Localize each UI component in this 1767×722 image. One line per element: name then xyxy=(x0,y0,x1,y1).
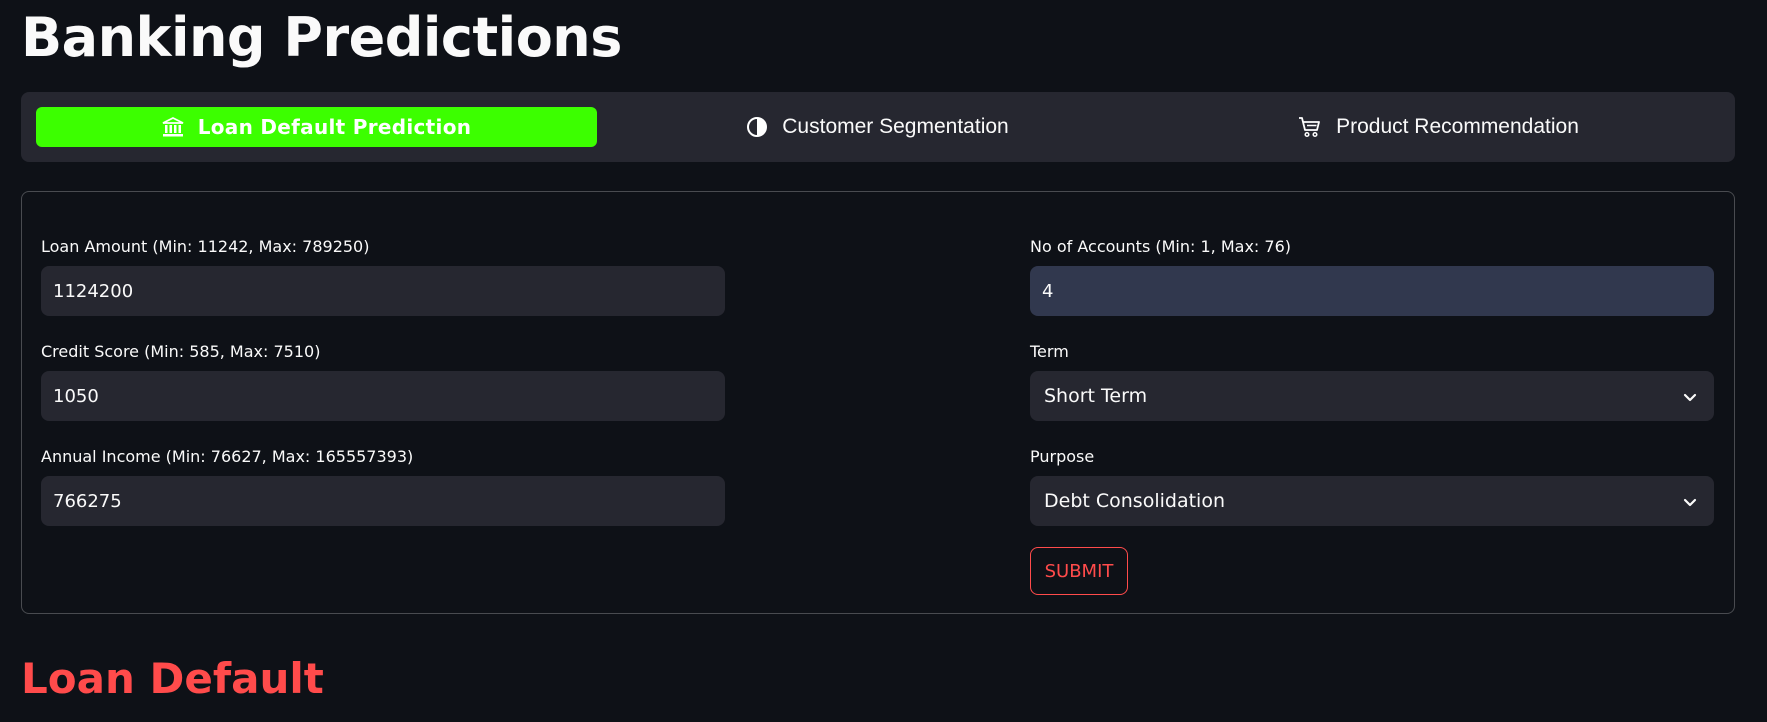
no-of-accounts-label: No of Accounts (Min: 1, Max: 76) xyxy=(1030,237,1291,256)
prediction-form: Loan Amount (Min: 11242, Max: 789250) 11… xyxy=(21,191,1735,614)
annual-income-label: Annual Income (Min: 76627, Max: 16555739… xyxy=(41,447,414,466)
purpose-label: Purpose xyxy=(1030,447,1095,466)
bank-icon xyxy=(162,116,184,138)
loan-default-heading: Loan Default xyxy=(21,654,324,703)
page-title: Banking Predictions xyxy=(21,6,622,69)
half-circle-icon xyxy=(746,116,768,138)
chevron-down-icon xyxy=(1682,493,1698,515)
tab-label: Customer Segmentation xyxy=(782,115,1009,138)
credit-score-label: Credit Score (Min: 585, Max: 7510) xyxy=(41,342,321,361)
nav-menu: Loan Default Prediction Customer Segment… xyxy=(21,92,1735,162)
annual-income-input[interactable]: 766275 xyxy=(41,476,725,526)
tab-customer-segmentation[interactable]: Customer Segmentation xyxy=(597,107,1158,147)
loan-amount-input[interactable]: 1124200 xyxy=(41,266,725,316)
loan-amount-label: Loan Amount (Min: 11242, Max: 789250) xyxy=(41,237,370,256)
tab-label: Product Recommendation xyxy=(1336,115,1579,138)
term-select[interactable]: Short Term xyxy=(1030,371,1714,421)
term-label: Term xyxy=(1030,342,1069,361)
credit-score-input[interactable]: 1050 xyxy=(41,371,725,421)
purpose-selected-value: Debt Consolidation xyxy=(1044,490,1225,512)
cart-icon xyxy=(1298,116,1322,138)
term-selected-value: Short Term xyxy=(1044,385,1148,407)
no-of-accounts-input[interactable]: 4 xyxy=(1030,266,1714,316)
purpose-select[interactable]: Debt Consolidation xyxy=(1030,476,1714,526)
tab-product-recommendation[interactable]: Product Recommendation xyxy=(1158,107,1719,147)
submit-button[interactable]: SUBMIT xyxy=(1030,547,1128,595)
tab-loan-default-prediction[interactable]: Loan Default Prediction xyxy=(36,107,597,147)
chevron-down-icon xyxy=(1682,388,1698,410)
tab-label: Loan Default Prediction xyxy=(197,115,472,139)
